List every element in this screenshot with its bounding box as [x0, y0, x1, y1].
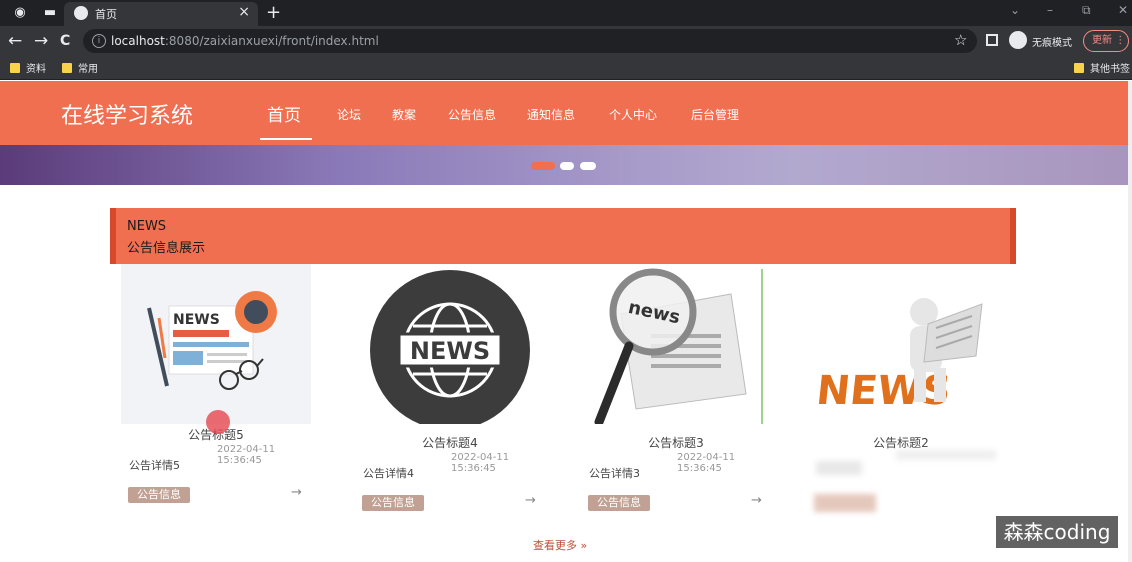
folder-icon: [62, 63, 72, 73]
nav-active-indicator: [260, 138, 312, 140]
carousel-dot-2[interactable]: [560, 162, 574, 170]
view-more-link[interactable]: 查看更多 »: [533, 537, 587, 553]
folder-icon: [10, 63, 20, 73]
nav-home[interactable]: 首页: [267, 101, 301, 126]
new-tab-button[interactable]: +: [266, 2, 281, 23]
incognito-icon[interactable]: [1009, 31, 1027, 49]
globe-icon: [74, 6, 88, 20]
nav-notifications[interactable]: 通知信息: [527, 106, 575, 123]
news-card-title[interactable]: 公告标题2: [806, 434, 996, 451]
news-card-badge[interactable]: 公告信息: [362, 495, 424, 511]
svg-text:NEWS: NEWS: [173, 312, 220, 328]
folder-icon: [1074, 63, 1084, 73]
browser-toolbar: ← → C i localhost:8080/zaixianxuexi/fron…: [0, 26, 1132, 56]
news-card-badge-placeholder: [814, 494, 876, 512]
address-bar[interactable]: i localhost:8080/zaixianxuexi/front/inde…: [83, 29, 977, 53]
news-card-badge[interactable]: 公告信息: [128, 487, 190, 503]
tab-list-icon[interactable]: ⌄: [1010, 3, 1020, 17]
watermark: 森森coding: [996, 516, 1118, 548]
news-card-badge[interactable]: 公告信息: [588, 495, 650, 511]
close-tab-icon[interactable]: ×: [238, 4, 250, 20]
site-logo[interactable]: 在线学习系统: [61, 98, 193, 130]
bookmarks-bar: 资料 常用 其他书签: [0, 56, 1132, 80]
nav-admin[interactable]: 后台管理: [691, 106, 739, 123]
news-card-image[interactable]: news: [581, 264, 771, 427]
svg-text:NEWS: NEWS: [814, 368, 953, 414]
carousel-dot-3[interactable]: [580, 162, 596, 170]
svg-text:NEWS: NEWS: [410, 337, 490, 365]
tab-home[interactable]: 首页 ×: [64, 2, 258, 26]
forward-button[interactable]: →: [34, 31, 48, 51]
news-card-image[interactable]: NEWS: [355, 264, 545, 430]
news-card-desc: 公告详情3: [589, 467, 640, 480]
bookmark-star-icon[interactable]: ☆: [954, 31, 967, 49]
browser-menu-icon[interactable]: ◉: [12, 5, 28, 21]
tab-search-icon[interactable]: ▬: [42, 5, 58, 21]
news-card-date: 2022-04-11 15:36:45: [677, 452, 736, 474]
close-window-button[interactable]: ✕: [1118, 3, 1128, 17]
cursor-click-indicator: [206, 410, 230, 434]
news-card-image[interactable]: NEWS: [121, 264, 311, 424]
minimize-button[interactable]: –: [1047, 3, 1053, 17]
news-card-desc: 公告详情5: [129, 459, 180, 472]
carousel-dot-1[interactable]: [531, 162, 555, 170]
update-button[interactable]: 更新 ⋮: [1083, 30, 1129, 52]
news-card-title[interactable]: 公告标题4: [355, 434, 545, 451]
banner-carousel[interactable]: [0, 145, 1132, 185]
arrow-right-icon[interactable]: →: [291, 485, 302, 500]
news-label-en: NEWS: [127, 219, 167, 234]
news-card[interactable]: NEWS 公告标题5 2022-04-11 15:36:45 公告详情5 公告信…: [121, 264, 311, 524]
bookmark-folder-ziliao[interactable]: 资料: [10, 60, 46, 75]
nav-personal-center[interactable]: 个人中心: [609, 106, 657, 123]
browser-tab-strip: ◉ ▬ 首页 × + ⌄ – ⧉ ✕: [0, 0, 1132, 26]
news-card[interactable]: NEWS 公告标题4 2022-04-11 15:36:45 公告详情4 公告信…: [355, 264, 545, 524]
page-scrollbar[interactable]: [1128, 81, 1132, 562]
tab-title: 首页: [95, 8, 117, 21]
back-button[interactable]: ←: [8, 31, 22, 51]
side-panel-icon[interactable]: [986, 34, 998, 46]
incognito-label: 无痕模式: [1032, 38, 1072, 49]
maximize-button[interactable]: ⧉: [1082, 3, 1091, 18]
nav-announcements[interactable]: 公告信息: [448, 106, 496, 123]
news-section-header: NEWS 公告信息展示: [110, 208, 1016, 264]
info-icon[interactable]: i: [92, 34, 106, 48]
news-card[interactable]: news 公告标题3 2022-04-11 15:36:45 公告详情3 公告信…: [581, 264, 771, 524]
nav-forum[interactable]: 论坛: [337, 106, 361, 123]
reload-button[interactable]: C: [60, 31, 70, 51]
site-header: 在线学习系统 首页 论坛 教案 公告信息 通知信息 个人中心 后台管理: [0, 81, 1132, 145]
news-card-image[interactable]: NEWS: [806, 264, 996, 424]
news-card-title[interactable]: 公告标题3: [581, 434, 771, 451]
url-text[interactable]: localhost:8080/zaixianxuexi/front/index.…: [111, 34, 379, 48]
bookmark-folder-other[interactable]: 其他书签: [1074, 60, 1130, 75]
news-card-date-placeholder: [896, 450, 996, 460]
news-card-date: 2022-04-11 15:36:45: [451, 452, 510, 474]
news-card[interactable]: NEWS 公告标题2: [806, 264, 996, 524]
news-card-desc-placeholder: [816, 461, 862, 475]
news-card-date: 2022-04-11 15:36:45: [217, 444, 276, 466]
bookmark-folder-changyong[interactable]: 常用: [62, 60, 98, 75]
arrow-right-icon[interactable]: →: [751, 493, 762, 508]
arrow-right-icon[interactable]: →: [525, 493, 536, 508]
nav-lesson-plans[interactable]: 教案: [392, 106, 416, 123]
news-card-desc: 公告详情4: [363, 467, 414, 480]
news-label-cn: 公告信息展示: [127, 241, 206, 256]
